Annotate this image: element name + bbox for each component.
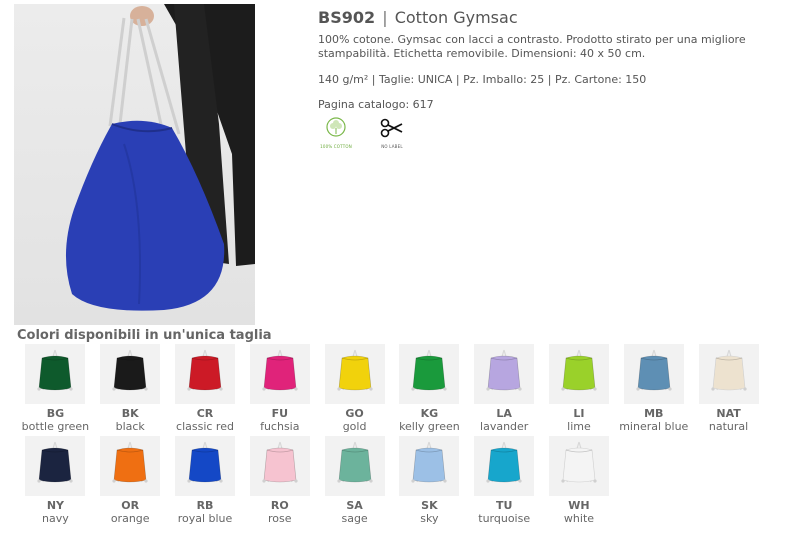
color-swatch-bg[interactable]: BG bottle green: [18, 344, 93, 436]
color-name: white: [563, 512, 595, 525]
color-swatch-la[interactable]: LA lavander: [467, 344, 542, 436]
bag-thumbnail: [474, 436, 535, 496]
cotton-caption: 100% COTTON: [320, 144, 352, 149]
cotton-icon: [323, 117, 349, 143]
color-swatch-fu[interactable]: FU fuchsia: [242, 344, 317, 436]
color-code: TU: [495, 499, 513, 512]
bag-thumbnail: [249, 436, 310, 496]
bag-thumbnail: [174, 344, 235, 404]
bag-thumbnail: [698, 344, 759, 404]
color-swatch-ro[interactable]: RO rose: [242, 436, 317, 528]
bag-thumbnail: [324, 344, 385, 404]
product-name: Cotton Gymsac: [394, 8, 518, 27]
color-name: rose: [268, 512, 292, 525]
color-swatch-nat[interactable]: NAT natural: [691, 344, 766, 436]
color-swatch-wh[interactable]: WH white: [542, 436, 617, 528]
color-swatch-or[interactable]: OR orange: [93, 436, 168, 528]
color-code: MB: [644, 407, 664, 420]
color-swatch-rb[interactable]: RB royal blue: [168, 436, 243, 528]
color-name: classic red: [176, 420, 234, 433]
color-name: kelly green: [399, 420, 460, 433]
color-name: lime: [567, 420, 591, 433]
bag-thumbnail: [324, 436, 385, 496]
color-swatch-sa[interactable]: SA sage: [317, 436, 392, 528]
product-code: BS902: [318, 8, 376, 27]
color-swatch-li[interactable]: LI lime: [542, 344, 617, 436]
color-grid: BG bottle green BK black CR classic red FU fuch…: [18, 344, 778, 528]
color-name: gold: [342, 420, 367, 433]
color-name: mineral blue: [619, 420, 689, 433]
color-code: LI: [573, 407, 585, 420]
bag-thumbnail: [399, 344, 460, 404]
color-code: GO: [345, 407, 364, 420]
color-code: RB: [196, 499, 214, 512]
color-name: natural: [708, 420, 749, 433]
color-code: NAT: [716, 407, 741, 420]
feature-badges: 100% COTTON NO LABEL: [318, 117, 778, 149]
bag-thumbnail: [399, 436, 460, 496]
bag-thumbnail: [249, 344, 310, 404]
color-swatch-tu[interactable]: TU turquoise: [467, 436, 542, 528]
color-name: orange: [110, 512, 150, 525]
color-code: WH: [568, 499, 590, 512]
no-label-badge: NO LABEL: [374, 117, 410, 149]
bag-thumbnail: [474, 344, 535, 404]
color-code: SK: [421, 499, 438, 512]
bag-thumbnail: [25, 344, 86, 404]
color-swatch-go[interactable]: GO gold: [317, 344, 392, 436]
bag-thumbnail: [174, 436, 235, 496]
bag-thumbnail: [623, 344, 684, 404]
color-name: fuchsia: [260, 420, 300, 433]
color-code: CR: [196, 407, 214, 420]
color-name: lavander: [480, 420, 529, 433]
scissors-icon: [379, 118, 405, 143]
color-code: RO: [270, 499, 289, 512]
color-swatch-sk[interactable]: SK sky: [392, 436, 467, 528]
product-info: BS902 | Cotton Gymsac 100% cotone. Gymsa…: [318, 8, 778, 149]
color-code: FU: [271, 407, 289, 420]
color-code: BK: [121, 407, 139, 420]
product-specs: 140 g/m² | Taglie: UNICA | Pz. Imballo: …: [318, 73, 647, 86]
product-description: 100% cotone. Gymsac con lacci a contrast…: [318, 33, 746, 60]
color-code: OR: [121, 499, 140, 512]
color-code: SA: [346, 499, 363, 512]
color-name: sage: [341, 512, 368, 525]
color-name: turquoise: [478, 512, 531, 525]
bag-thumbnail: [25, 436, 86, 496]
title-separator: |: [382, 8, 388, 27]
bag-thumbnail: [548, 436, 609, 496]
bag-thumbnail: [100, 436, 161, 496]
color-swatch-bk[interactable]: BK black: [93, 344, 168, 436]
color-name: black: [115, 420, 145, 433]
color-code: NY: [46, 499, 64, 512]
color-swatch-cr[interactable]: CR classic red: [168, 344, 243, 436]
product-photo: [14, 4, 255, 325]
bag-thumbnail: [100, 344, 161, 404]
color-row: BG bottle green BK black CR classic red FU fuch…: [18, 344, 778, 436]
catalog-page: Pagina catalogo: 617: [318, 98, 434, 111]
no-label-caption: NO LABEL: [381, 144, 403, 149]
color-name: bottle green: [21, 420, 90, 433]
color-name: navy: [42, 512, 69, 525]
color-swatch-mb[interactable]: MB mineral blue: [616, 344, 691, 436]
color-name: royal blue: [177, 512, 233, 525]
color-swatch-kg[interactable]: KG kelly green: [392, 344, 467, 436]
color-code: LA: [496, 407, 512, 420]
colors-heading: Colori disponibili in un'unica taglia: [17, 328, 272, 343]
cotton-badge: 100% COTTON: [318, 117, 354, 149]
color-name: sky: [420, 512, 439, 525]
color-row: NY navy OR orange RB royal blue RO rose SA sage SK…: [18, 436, 778, 528]
color-code: BG: [46, 407, 65, 420]
color-swatch-ny[interactable]: NY navy: [18, 436, 93, 528]
product-title: BS902 | Cotton Gymsac: [318, 8, 778, 27]
bag-thumbnail: [548, 344, 609, 404]
color-code: KG: [420, 407, 439, 420]
